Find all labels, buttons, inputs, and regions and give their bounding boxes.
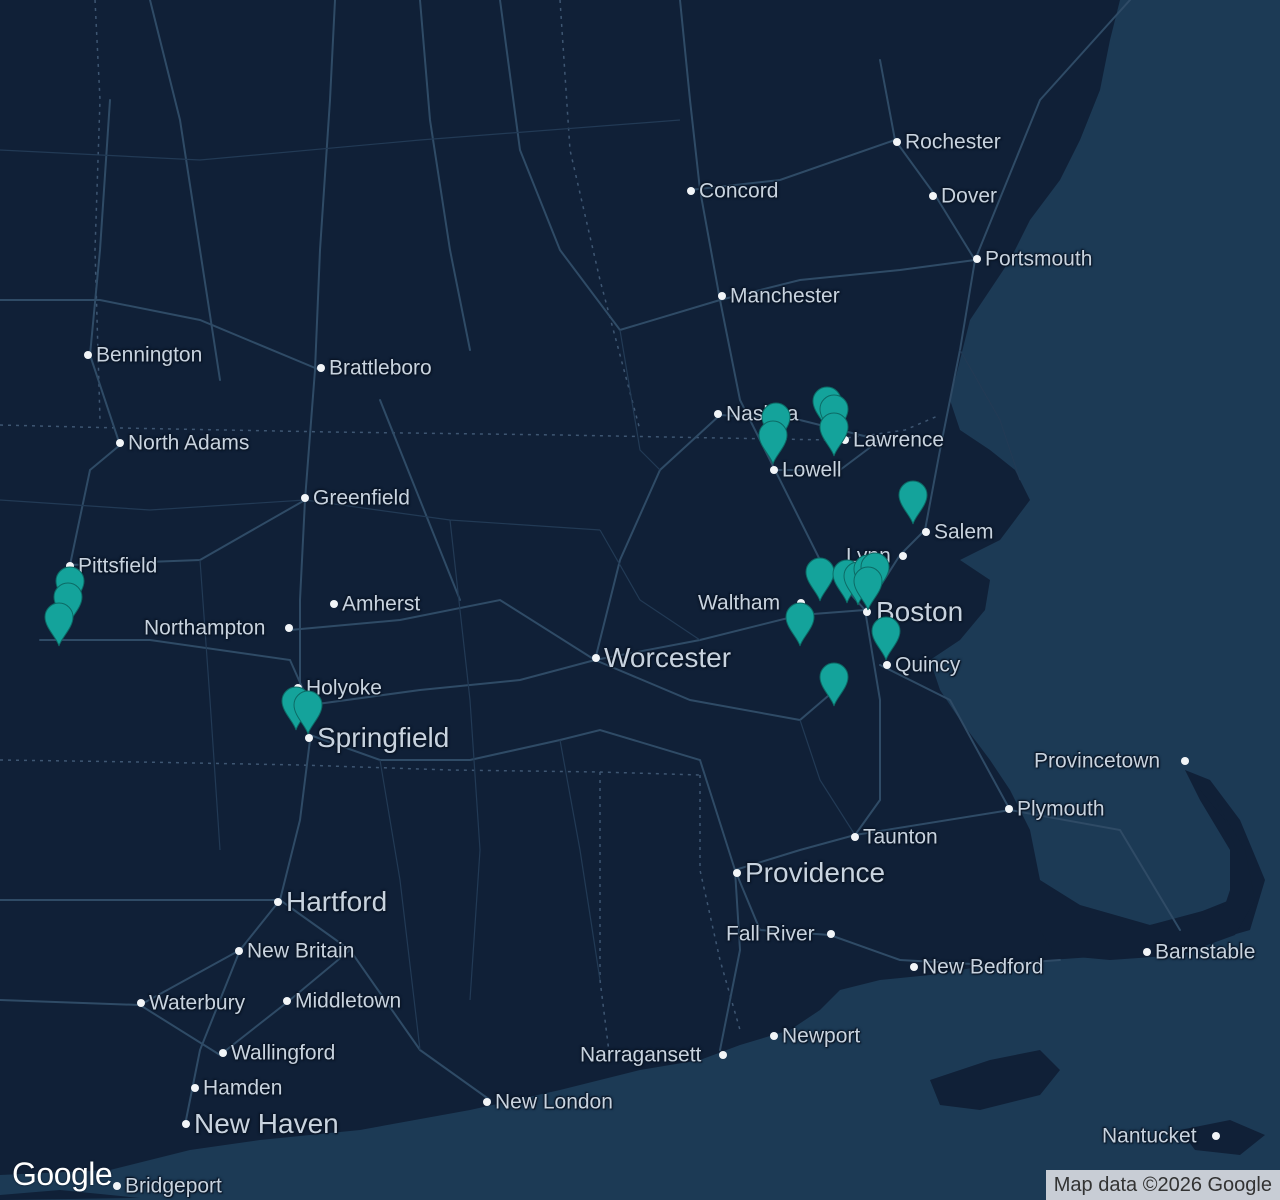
city-dot-bridgeport [113, 1182, 121, 1190]
city-label-waltham: Waltham [698, 591, 781, 615]
city-label-portsmouth: Portsmouth [985, 247, 1093, 271]
map-pin-icon[interactable] [41, 600, 77, 648]
city-dot-brattleboro [317, 364, 325, 372]
map-pin-icon[interactable] [816, 660, 852, 708]
city-dot-hamden [191, 1084, 199, 1092]
city-dot-taunton [851, 833, 859, 841]
city-label-worcester: Worcester [604, 642, 732, 673]
city-label-hartford: Hartford [286, 886, 388, 917]
city-label-bennington: Bennington [96, 343, 203, 367]
city-label-quincy: Quincy [895, 653, 961, 677]
city-label-pittsfield: Pittsfield [78, 554, 158, 578]
map-pin-icon[interactable] [816, 410, 852, 458]
map-pin-icon[interactable] [782, 600, 818, 648]
city-label-fall-river: Fall River [726, 922, 815, 946]
city-dot-worcester [592, 654, 600, 662]
city-label-nantucket: Nantucket [1102, 1124, 1197, 1148]
city-label-brattleboro: Brattleboro [329, 356, 432, 380]
city-dot-bennington [84, 351, 92, 359]
city-dot-lowell [770, 466, 778, 474]
city-dot-plymouth [1005, 805, 1013, 813]
city-label-hamden: Hamden [203, 1076, 283, 1100]
city-dot-dover [929, 192, 937, 200]
city-label-bridgeport: Bridgeport [125, 1174, 222, 1198]
city-label-new-bedford: New Bedford [922, 955, 1044, 979]
city-dot-manchester [718, 292, 726, 300]
city-label-north-adams: North Adams [128, 431, 250, 455]
city-dot-wallingford [219, 1049, 227, 1057]
city-dot-new-britain [235, 947, 243, 955]
city-dot-middletown [283, 997, 291, 1005]
map-base [0, 0, 1280, 1200]
city-label-middletown: Middletown [295, 989, 402, 1013]
city-label-narragansett: Narragansett [580, 1043, 702, 1067]
city-label-waterbury: Waterbury [149, 991, 246, 1015]
city-dot-new-london [483, 1098, 491, 1106]
city-label-new-britain: New Britain [247, 939, 355, 963]
city-label-newport: Newport [782, 1024, 861, 1048]
city-label-dover: Dover [941, 184, 998, 208]
city-label-manchester: Manchester [730, 284, 840, 308]
city-dot-providence [733, 869, 741, 877]
city-dot-nantucket [1212, 1132, 1220, 1140]
city-label-northampton: Northampton [144, 616, 266, 640]
city-dot-provincetown [1181, 757, 1189, 765]
map-pin-icon[interactable] [895, 478, 931, 526]
city-dot-newport [770, 1032, 778, 1040]
city-dot-waterbury [137, 999, 145, 1007]
map-pin-icon[interactable] [755, 418, 791, 466]
city-label-wallingford: Wallingford [231, 1041, 336, 1065]
city-dot-nashua [714, 410, 722, 418]
google-logo: Google [12, 1156, 113, 1192]
city-dot-north-adams [116, 439, 124, 447]
city-dot-concord [687, 187, 695, 195]
city-dot-hartford [274, 898, 282, 906]
city-dot-barnstable [1143, 948, 1151, 956]
city-dot-new-bedford [910, 963, 918, 971]
city-label-salem: Salem [934, 520, 994, 544]
city-dot-greenfield [301, 494, 309, 502]
city-label-new-haven: New Haven [194, 1108, 339, 1139]
city-label-barnstable: Barnstable [1155, 940, 1256, 964]
city-label-taunton: Taunton [863, 825, 938, 849]
city-label-lawrence: Lawrence [853, 428, 945, 452]
city-dot-portsmouth [973, 255, 981, 263]
city-dot-northampton [285, 624, 293, 632]
city-dot-quincy [883, 661, 891, 669]
city-dot-rochester [893, 138, 901, 146]
city-dot-amherst [330, 600, 338, 608]
city-label-providence: Providence [745, 857, 886, 888]
city-label-provincetown: Provincetown [1034, 749, 1161, 773]
map-canvas[interactable]: Rochester Concord Dover Portsmouth Mancheste… [0, 0, 1280, 1200]
city-label-greenfield: Greenfield [313, 486, 410, 510]
city-dot-fall-river [827, 930, 835, 938]
city-dot-narragansett [719, 1051, 727, 1059]
city-dot-new-haven [182, 1120, 190, 1128]
city-dot-lynn [899, 552, 907, 560]
city-label-amherst: Amherst [342, 592, 421, 616]
map-pin-icon[interactable] [868, 614, 904, 662]
city-label-springfield: Springfield [317, 722, 450, 753]
city-label-plymouth: Plymouth [1017, 797, 1105, 821]
map-pin-icon[interactable] [850, 564, 886, 612]
map-pin-icon[interactable] [290, 688, 326, 736]
city-label-rochester: Rochester [905, 130, 1001, 154]
city-dot-salem [922, 528, 930, 536]
city-label-new-london: New London [495, 1090, 613, 1114]
city-label-concord: Concord [699, 179, 779, 203]
map-attribution[interactable]: Map data ©2026 Google [1045, 1170, 1280, 1200]
